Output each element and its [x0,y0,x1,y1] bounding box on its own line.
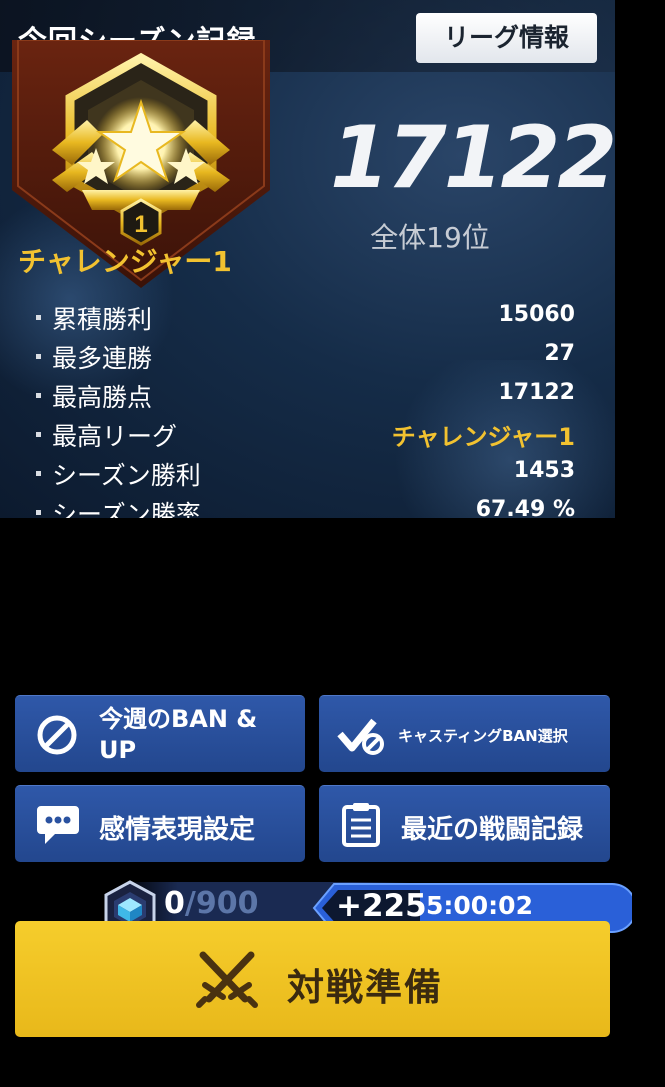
stat-value: 67.49 % [475,497,575,518]
emote-settings-label: 感情表現設定 [99,815,256,845]
reward-count: 0/900 [164,886,258,921]
bonus-timer: 5:00:02 [426,891,533,920]
stat-value: 27 [544,341,575,366]
bullet [36,354,41,359]
stat-row-season-winrate: シーズン勝率 67.49 % [30,495,575,518]
bonus-points: +225 [336,888,427,924]
weekly-ban-up-label: 今週のBAN & UP [99,705,258,764]
stat-label: 累積勝利 [52,305,153,334]
checkmark-ban-icon [337,718,384,755]
emblem-tier-number: 1 [134,211,147,238]
bullet [36,471,41,476]
stat-label: シーズン勝利 [52,461,201,490]
stat-row-season-wins: シーズン勝利 1453 [30,456,575,492]
overall-rank: 全体19位 [370,221,490,254]
bullet [36,432,41,437]
battle-prepare-label: 対戦準備 [287,966,443,1009]
stat-row-best-league: 最高リーグ チャレンジャー1 [30,417,575,453]
bullet [36,510,41,515]
stat-value: 1453 [513,458,575,483]
stat-label: 最多連勝 [52,344,153,373]
season-score: 17122 [330,108,615,208]
bullet [36,393,41,398]
casting-ban-label: キャスティングBAN選択 [398,727,568,745]
emote-settings-button[interactable]: 感情表現設定 [15,785,305,862]
stat-value: 15060 [498,302,575,327]
reward-current: 0 [164,886,185,921]
stat-value: チャレンジャー1 [391,423,575,451]
clipboard-icon [342,803,380,847]
rank-name: チャレンジャー1 [18,245,232,278]
league-info-button[interactable]: リーグ情報 [416,13,597,63]
battle-prepare-button[interactable]: 対戦準備 [15,921,610,1037]
battle-log-button[interactable]: 最近の戦闘記録 [319,785,610,862]
bullet [36,315,41,320]
stat-label: 最高リーグ [52,422,178,451]
stat-value: 17122 [498,380,575,405]
stat-row-best-score: 最高勝点 17122 [30,378,575,414]
stat-row-total-wins: 累積勝利 15060 [30,300,575,336]
stat-label: シーズン勝率 [52,500,201,518]
stat-row-win-streak: 最多連勝 27 [30,339,575,375]
chat-bubble-icon [37,806,79,844]
casting-ban-button[interactable]: キャスティングBAN選択 [319,695,610,772]
reward-max: /900 [184,886,259,921]
crossed-swords-icon [196,951,258,1008]
battle-log-label: 最近の戦闘記録 [401,815,584,845]
ban-icon [37,715,77,755]
weekly-ban-up-button[interactable]: 今週のBAN & UP [15,695,305,772]
stat-label: 最高勝点 [52,383,153,412]
season-record-panel: 今回シーズン記録 リーグ情報 1 チャレンジャー1 1712 [0,0,615,518]
